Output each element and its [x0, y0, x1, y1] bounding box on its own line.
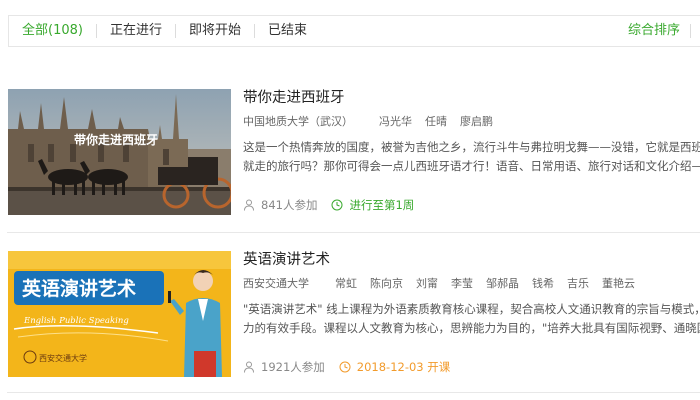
card-divider — [7, 232, 700, 233]
filter-bar: 全部(108) 正在进行 即将开始 已结束 综合排序 — [8, 15, 700, 47]
course-description: 这是一个热情奔放的国度，被誉为吉他之乡，流行斗牛与弗拉明戈舞——没错，它就是西班… — [243, 138, 700, 176]
course-status: 进行至第1周 — [331, 197, 414, 213]
tab-ongoing[interactable]: 正在进行 — [97, 24, 175, 38]
course-teacher[interactable]: 钱希 — [532, 275, 554, 291]
card-divider — [7, 392, 700, 393]
thumb-logo-text: 西安交通大学 — [39, 353, 87, 363]
clock-icon — [331, 199, 343, 211]
tab-ended[interactable]: 已结束 — [255, 24, 320, 38]
description-line: "英语演讲艺术" 线上课程为外语素质教育核心课程，契合高校人文通识教育的宗旨与模… — [243, 302, 700, 316]
course-teacher[interactable]: 刘甯 — [416, 275, 438, 291]
enroll-count-text: 1921人参加 — [261, 360, 325, 374]
course-card[interactable]: 带你走进西班牙 带你走进西班牙 中国地质大学（武汉） 冯光华 任晴 廖启鹏 这是… — [0, 80, 700, 230]
course-teacher[interactable]: 李莹 — [451, 275, 473, 291]
person-icon — [244, 199, 254, 211]
course-thumbnail[interactable]: 带你走进西班牙 — [8, 89, 231, 215]
course-meta: 西安交通大学 常虹 陈向京 刘甯 李莹 邹郝晶 钱希 吉乐 董艳云 — [243, 275, 648, 291]
course-teacher[interactable]: 常虹 — [335, 275, 357, 291]
course-thumbnail[interactable]: 英语演讲艺术 English Public Speaking 西安交通大学 — [8, 251, 231, 377]
thumb-caption: 带你走进西班牙 — [74, 132, 158, 147]
course-title[interactable]: 带你走进西班牙 — [243, 86, 345, 107]
thumb-caption: 英语演讲艺术 — [22, 277, 136, 300]
course-teacher[interactable]: 吉乐 — [567, 275, 589, 291]
enroll-count: 1921人参加 — [243, 359, 325, 375]
course-teacher[interactable]: 廖启鹏 — [460, 113, 493, 129]
course-status-text: 2018-12-03 开课 — [356, 360, 451, 374]
course-status: 2018-12-03 开课 — [339, 359, 451, 375]
course-teacher[interactable]: 邹郝晶 — [486, 275, 519, 291]
course-teacher[interactable]: 冯光华 — [379, 113, 412, 129]
course-school[interactable]: 西安交通大学 — [243, 275, 309, 291]
course-stats: 841人参加 进行至第1周 — [243, 197, 414, 213]
tab-all[interactable]: 全部(108) — [9, 24, 96, 38]
description-line: 力的有效手段。课程以人文教育为核心，思辨能力为目的，"培养大批具有国际视野、通晓… — [243, 321, 700, 335]
clock-icon — [339, 361, 351, 373]
course-cover-image: 英语演讲艺术 English Public Speaking 西安交通大学 — [8, 251, 231, 377]
enroll-count: 841人参加 — [243, 197, 317, 213]
filter-tabs: 全部(108) 正在进行 即将开始 已结束 — [9, 16, 320, 46]
course-description: "英语演讲艺术" 线上课程为外语素质教育核心课程，契合高校人文通识教育的宗旨与模… — [243, 300, 700, 338]
course-status-text: 进行至第1周 — [349, 198, 415, 212]
course-cover-image: 带你走进西班牙 — [8, 89, 231, 215]
course-title[interactable]: 英语演讲艺术 — [243, 248, 330, 269]
course-card[interactable]: 英语演讲艺术 English Public Speaking 西安交通大学 英语… — [0, 242, 700, 392]
course-teacher[interactable]: 任晴 — [425, 113, 447, 129]
tab-upcoming[interactable]: 即将开始 — [176, 24, 254, 38]
enroll-count-text: 841人参加 — [261, 198, 318, 212]
description-line: 这是一个热情奔放的国度，被誉为吉他之乡，流行斗牛与弗拉明戈舞——没错，它就是西班… — [243, 140, 700, 154]
sort-comprehensive-button[interactable]: 综合排序 — [628, 16, 680, 46]
course-school[interactable]: 中国地质大学（武汉） — [243, 113, 353, 129]
course-meta: 中国地质大学（武汉） 冯光华 任晴 廖启鹏 — [243, 113, 506, 129]
course-stats: 1921人参加 2018-12-03 开课 — [243, 359, 450, 375]
person-icon — [244, 361, 254, 373]
thumb-subcaption: English Public Speaking — [23, 316, 129, 326]
course-teacher[interactable]: 陈向京 — [370, 275, 403, 291]
sort-divider — [690, 24, 691, 38]
description-line: 就走的旅行吗？那你可得会一点儿西班牙语才行！语音、日常用语、旅行对话和文化介绍—… — [243, 159, 700, 173]
course-teacher[interactable]: 董艳云 — [602, 275, 635, 291]
